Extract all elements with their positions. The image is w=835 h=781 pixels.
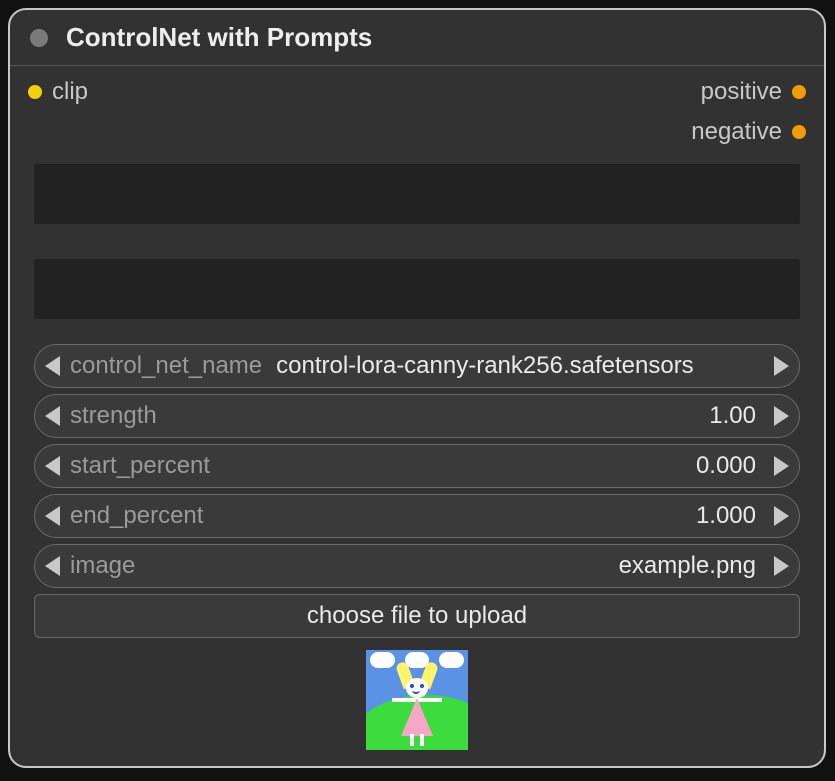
param-image[interactable]: image example.png bbox=[34, 544, 800, 588]
port-dot-icon[interactable] bbox=[792, 125, 806, 139]
param-strength[interactable]: strength 1.00 bbox=[34, 394, 800, 438]
ports-area: clip positive negative bbox=[10, 66, 824, 154]
chevron-left-icon[interactable] bbox=[45, 556, 60, 576]
param-label: end_percent bbox=[70, 502, 203, 530]
output-port-negative[interactable]: negative bbox=[691, 118, 806, 146]
param-label: start_percent bbox=[70, 452, 210, 480]
chevron-left-icon[interactable] bbox=[45, 406, 60, 426]
param-control-net-name[interactable]: control_net_name control-lora-canny-rank… bbox=[34, 344, 800, 388]
chevron-right-icon[interactable] bbox=[774, 406, 789, 426]
upload-button-label: choose file to upload bbox=[307, 602, 527, 630]
param-label: control_net_name bbox=[70, 352, 262, 380]
chevron-right-icon[interactable] bbox=[774, 456, 789, 476]
param-label: image bbox=[70, 552, 135, 580]
chevron-left-icon[interactable] bbox=[45, 356, 60, 376]
port-label: positive bbox=[701, 78, 782, 106]
node-body: control_net_name control-lora-canny-rank… bbox=[10, 154, 824, 750]
positive-prompt-input[interactable] bbox=[34, 164, 800, 224]
controlnet-prompts-node[interactable]: ControlNet with Prompts clip positive ne… bbox=[8, 8, 826, 768]
param-end-percent[interactable]: end_percent 1.000 bbox=[34, 494, 800, 538]
chevron-right-icon[interactable] bbox=[774, 356, 789, 376]
port-dot-icon[interactable] bbox=[792, 85, 806, 99]
node-title: ControlNet with Prompts bbox=[66, 22, 372, 53]
param-start-percent[interactable]: start_percent 0.000 bbox=[34, 444, 800, 488]
chevron-right-icon[interactable] bbox=[774, 556, 789, 576]
image-preview[interactable] bbox=[366, 650, 468, 750]
param-value: 1.000 bbox=[696, 502, 756, 530]
chevron-right-icon[interactable] bbox=[774, 506, 789, 526]
chevron-left-icon[interactable] bbox=[45, 506, 60, 526]
port-dot-icon[interactable] bbox=[28, 85, 42, 99]
upload-file-button[interactable]: choose file to upload bbox=[34, 594, 800, 638]
param-value: example.png bbox=[619, 552, 756, 580]
param-label: strength bbox=[70, 402, 157, 430]
collapse-dot-icon[interactable] bbox=[30, 29, 48, 47]
port-label: negative bbox=[691, 118, 782, 146]
chevron-left-icon[interactable] bbox=[45, 456, 60, 476]
negative-prompt-input[interactable] bbox=[34, 259, 800, 319]
param-value: control-lora-canny-rank256.safetensors bbox=[276, 352, 694, 380]
output-port-positive[interactable]: positive bbox=[701, 78, 806, 106]
port-label: clip bbox=[52, 78, 88, 106]
input-port-clip[interactable]: clip bbox=[28, 78, 88, 106]
image-preview-wrap bbox=[34, 650, 800, 750]
node-header[interactable]: ControlNet with Prompts bbox=[10, 10, 824, 66]
param-value: 0.000 bbox=[696, 452, 756, 480]
param-value: 1.00 bbox=[709, 402, 756, 430]
